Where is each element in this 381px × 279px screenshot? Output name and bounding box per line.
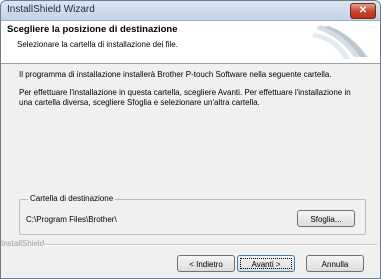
page-title: Scegliere la posizione di destinazione [7,24,178,35]
window-title: InstallShield Wizard [7,4,95,15]
page-subtitle: Selezionare la cartella di installazione… [17,40,178,49]
installshield-brand: InstallShield [1,239,45,248]
installshield-wizard-window: InstallShield Wizard ✕ Scegliere la posi… [0,0,381,279]
intro-text: Il programma di installazione installerà… [19,70,332,79]
cancel-button[interactable]: Annulla [306,255,364,272]
close-icon: ✕ [358,5,368,16]
browse-button[interactable]: Sfoglia... [297,210,355,227]
destination-path: C:\Program Files\Brother\ [26,215,117,224]
destination-folder-label: Cartella di destinazione [28,194,116,203]
destination-folder-group: Cartella di destinazione C:\Program File… [19,194,366,235]
next-button[interactable]: Avanti > [237,255,295,272]
instructions-text: Per effettuare l'installazione in questa… [19,88,351,107]
title-bar[interactable]: InstallShield Wizard ✕ [1,1,380,21]
close-button[interactable]: ✕ [350,3,376,19]
back-button[interactable]: < Indietro [177,255,235,272]
installer-swoosh-icon [312,25,368,59]
footer-separator [43,244,377,246]
wizard-header: Scegliere la posizione di destinazione S… [1,21,380,64]
